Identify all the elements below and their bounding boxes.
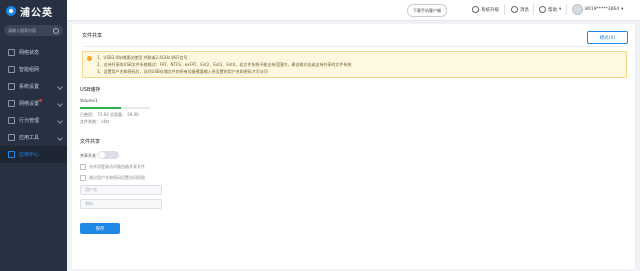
sidebar-item-label: 行为管理 — [19, 118, 40, 124]
help-icon — [539, 6, 546, 13]
network-status-icon — [8, 49, 15, 56]
sidebar-item-network-settings[interactable]: 网络设置 — [0, 95, 67, 112]
chevron-down-icon — [57, 84, 63, 90]
upgrade-link[interactable]: 系统升级 — [472, 6, 499, 13]
brand-logo[interactable]: 浦公英 — [0, 0, 67, 22]
account-menu[interactable]: 8019*****3664 ▾ — [572, 4, 623, 15]
upgrade-label: 系统升级 — [481, 7, 499, 13]
behavior-icon — [8, 117, 15, 124]
tools-icon — [8, 134, 15, 141]
mode-button[interactable]: 模式(X) — [587, 31, 628, 44]
volume-name: Volume1 — [80, 98, 98, 103]
settings-icon — [8, 83, 15, 90]
file-share-panel: 文件共享 模式(X) 1、USB3.0存储建议使用 并联或2.4GHz WiFi… — [72, 24, 635, 269]
sidebar-item-label: 系统设置 — [19, 84, 40, 90]
share-heading: 文件共享 — [80, 139, 101, 145]
caret-down-icon: ▾ — [559, 7, 562, 12]
sidebar-item-smart-mesh[interactable]: 智能组网 — [0, 61, 67, 78]
usage-bar — [80, 107, 150, 109]
search-placeholder: 请输入搜索内容 — [8, 27, 36, 33]
upgrade-icon — [472, 6, 479, 13]
sidebar-item-system-settings[interactable]: 系统设置 — [0, 78, 67, 95]
search-icon[interactable] — [53, 27, 59, 34]
sidebar-item-tools[interactable]: 应用工具 — [0, 129, 67, 146]
checkbox-label: 允许用登录访问路由器共享文件 — [89, 164, 145, 169]
help-label: 帮助 — [548, 7, 557, 13]
notice-line: 2、支持共享的USB文件系统格式：FAT、NTFS、exFAT、Ext2、Ext… — [97, 62, 352, 67]
password-field[interactable]: 密码 — [80, 199, 162, 209]
warning-icon — [87, 56, 92, 61]
divider — [504, 4, 505, 15]
save-button[interactable]: 保存 — [80, 223, 120, 234]
sidebar: 浦公英 请输入搜索内容 网络状态 智能组网 系统设置 网络设置 行为管理 应用工… — [0, 0, 67, 271]
chevron-down-icon — [57, 118, 63, 124]
chevron-down-icon — [57, 135, 63, 141]
sidebar-item-label: 应用中心 — [19, 152, 40, 158]
notification-dot — [39, 99, 42, 102]
avatar — [572, 4, 583, 15]
alerts-label: 消息 — [520, 7, 529, 13]
notice-box: 1、USB3.0存储建议使用 并联或2.4GHz WiFi信号 2、支持共享的U… — [82, 51, 627, 78]
sidebar-item-behavior[interactable]: 行为管理 — [0, 112, 67, 129]
sidebar-item-network-status[interactable]: 网络状态 — [0, 44, 67, 61]
checkbox-box[interactable] — [80, 175, 86, 181]
notice-line: 1、USB3.0存储建议使用 并联或2.4GHz WiFi信号 — [97, 55, 188, 60]
globe-icon — [8, 100, 15, 107]
sidebar-item-label: 智能组网 — [19, 67, 40, 73]
divider — [566, 4, 567, 15]
search-input[interactable]: 请输入搜索内容 — [4, 25, 63, 36]
caret-down-icon: ▾ — [621, 7, 624, 12]
toggle-knob — [99, 152, 105, 158]
share-toggle[interactable] — [98, 151, 119, 159]
usage-text: 已使用： 72.93 总容量： 29.30 — [80, 112, 139, 117]
filesystem-text: 文件系统： vfat — [80, 119, 110, 124]
bell-icon — [511, 6, 518, 13]
chevron-down-icon — [57, 101, 63, 107]
mesh-icon — [8, 66, 15, 73]
divider — [533, 4, 534, 15]
checkbox-label: 通过用户名和密码设置访问权限 — [89, 175, 145, 180]
alerts-link[interactable]: 消息 — [511, 6, 529, 13]
anonymous-access-checkbox[interactable]: 允许用登录访问路由器共享文件 — [80, 164, 145, 170]
sidebar-item-app-center[interactable]: 应用中心 — [0, 146, 67, 163]
logo-icon — [6, 6, 16, 16]
apps-icon — [8, 151, 15, 158]
page-title: 文件共享 — [82, 33, 103, 39]
account-name: 8019*****3664 — [585, 7, 620, 12]
share-switch-label: 共享开关： — [80, 153, 100, 158]
divider — [82, 46, 625, 47]
usb-heading: USB储存 — [80, 87, 101, 93]
usage-bar-fill — [80, 107, 121, 109]
top-bar: 下载手机客户端 系统升级 消息 帮助 ▾ 8019*****3664 ▾ — [67, 0, 640, 21]
download-app-button[interactable]: 下载手机客户端 — [407, 4, 447, 17]
help-menu[interactable]: 帮助 ▾ — [539, 6, 561, 13]
notice-line: 3、设置用户名和密码后，访问USB存储文件的所有设备需要输入所设置的用户名和密码… — [97, 69, 268, 74]
checkbox-box[interactable] — [80, 164, 86, 170]
auth-access-checkbox[interactable]: 通过用户名和密码设置访问权限 — [80, 175, 145, 181]
sidebar-item-label: 网络状态 — [19, 50, 40, 56]
username-field[interactable]: 用户名 — [80, 185, 162, 195]
sidebar-item-label: 网络设置 — [19, 101, 40, 107]
sidebar-item-label: 应用工具 — [19, 135, 40, 141]
brand-name: 浦公英 — [20, 7, 53, 19]
